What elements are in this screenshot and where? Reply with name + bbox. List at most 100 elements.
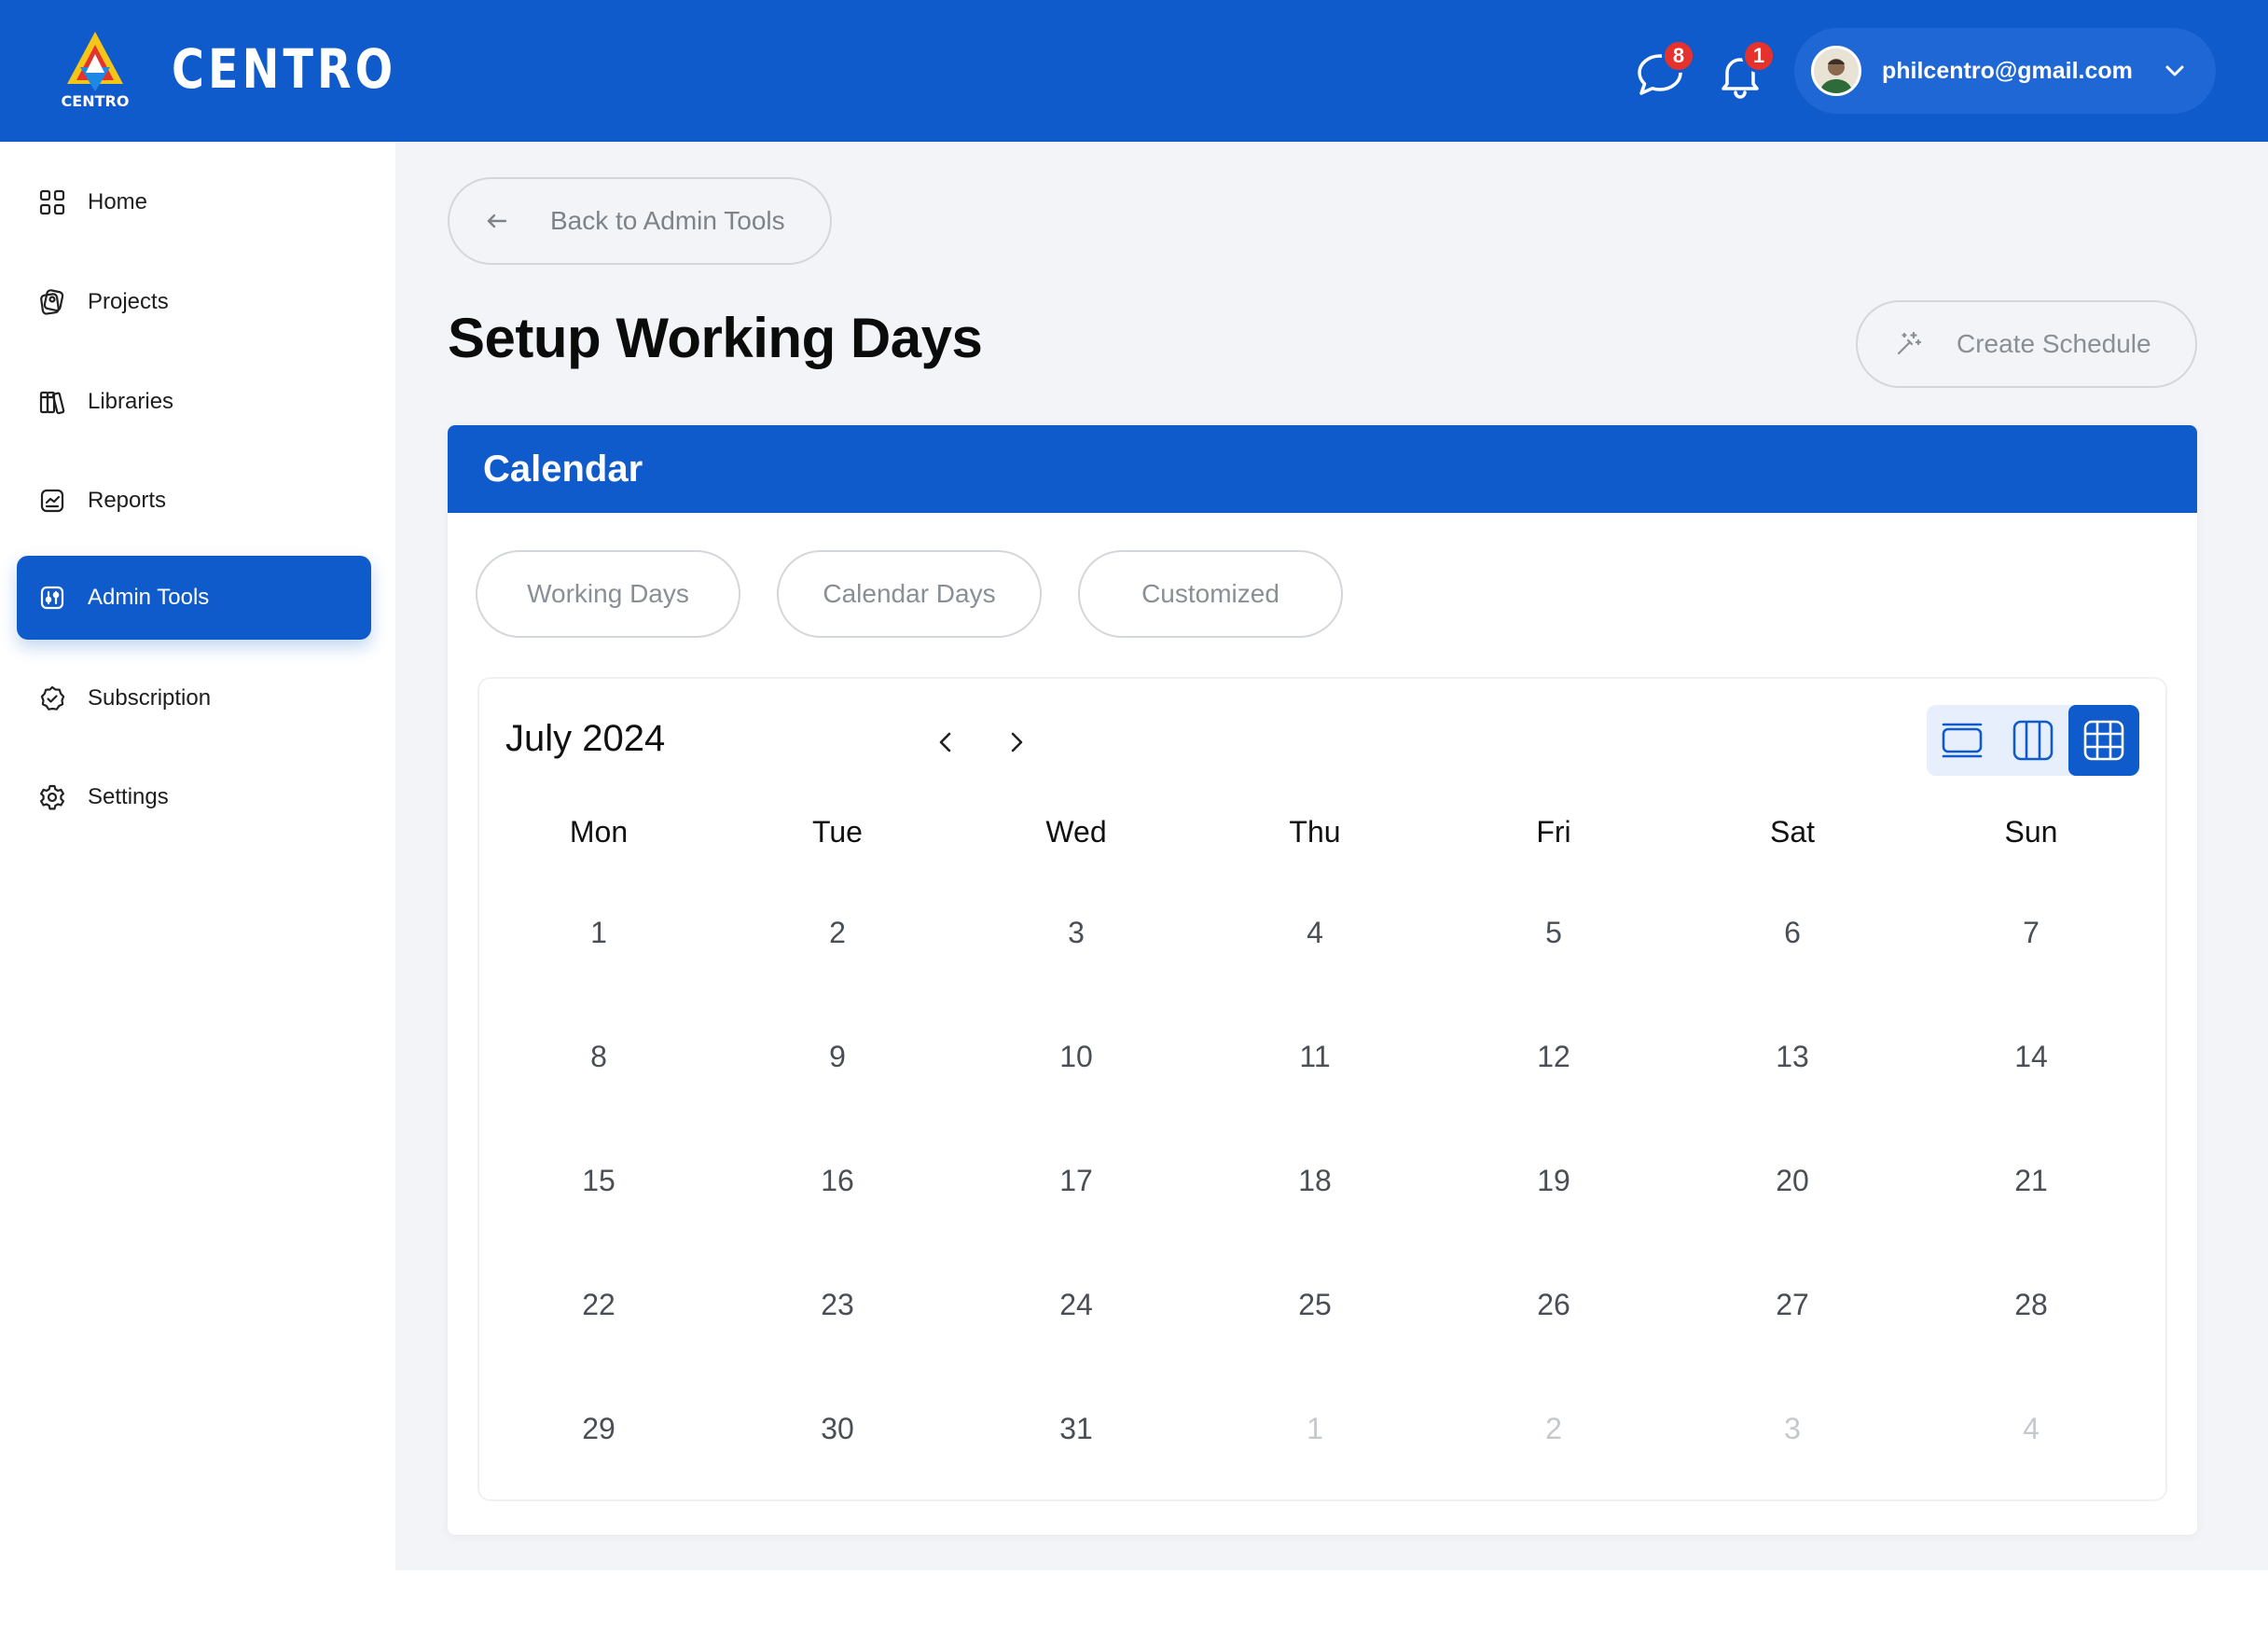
avatar-image [1819, 59, 1853, 93]
avatar [1811, 46, 1861, 96]
day-cell[interactable]: 21 [1912, 1164, 2150, 1198]
day-cell[interactable]: 1 [479, 916, 718, 950]
brand[interactable]: CENTRO CENTRO [52, 26, 446, 112]
day-cell[interactable]: 22 [479, 1288, 718, 1322]
day-cell[interactable]: 18 [1196, 1164, 1434, 1198]
view-toggle [1927, 705, 2139, 776]
weekday-header: Sun [2004, 815, 2058, 849]
day-cell[interactable]: 23 [718, 1288, 957, 1322]
arrow-left-icon [487, 214, 507, 228]
top-bar: CENTRO CENTRO 8 1 philcentro@gmail.com [0, 0, 2268, 142]
back-button-label: Back to Admin Tools [550, 206, 785, 235]
messages-button[interactable]: 8 [1632, 39, 1695, 103]
weekday-header: Thu [1289, 815, 1341, 849]
brand-name: CENTRO [172, 37, 397, 101]
sidebar-item-label: Settings [88, 784, 169, 809]
day-cell[interactable]: 2 [718, 916, 957, 950]
day-cell[interactable]: 30 [718, 1412, 957, 1446]
weekday-header: Fri [1536, 815, 1571, 849]
notifications-button[interactable]: 1 [1712, 39, 1776, 103]
day-cell[interactable]: 5 [1434, 916, 1673, 950]
day-cell[interactable]: 14 [1912, 1040, 2150, 1074]
tab-calendar-days[interactable]: Calendar Days [777, 550, 1042, 638]
month-label: July 2024 [505, 718, 666, 759]
magic-wand-icon [1897, 331, 1922, 355]
day-cell[interactable]: 29 [479, 1412, 718, 1446]
day-cell[interactable]: 6 [1673, 916, 1912, 950]
calendar: July 2024 Mon Tue Wed Thu Fri Sat Sun 1 … [477, 677, 2167, 1501]
sidebar-item-subscription[interactable]: Subscription [17, 656, 371, 740]
day-cell[interactable]: 9 [718, 1040, 957, 1074]
centro-logo: CENTRO [62, 32, 130, 110]
day-cell-next-month[interactable]: 2 [1434, 1412, 1673, 1446]
sidebar-item-label: Libraries [88, 389, 174, 414]
grid-icon [39, 189, 65, 215]
user-menu[interactable]: philcentro@gmail.com [1794, 28, 2216, 114]
day-cell-next-month[interactable]: 3 [1673, 1412, 1912, 1446]
month-view-icon [2083, 720, 2124, 761]
sidebar-item-label: Reports [88, 488, 167, 513]
day-cell[interactable]: 12 [1434, 1040, 1673, 1074]
day-cell[interactable]: 4 [1196, 916, 1434, 950]
next-month-button[interactable] [998, 724, 1035, 761]
sidebar-item-label: Home [88, 189, 148, 214]
day-cell[interactable]: 13 [1673, 1040, 1912, 1074]
day-view-icon [1942, 723, 1983, 758]
day-view-button[interactable] [1927, 705, 1998, 776]
day-cell[interactable]: 17 [957, 1164, 1196, 1198]
week-view-button[interactable] [1998, 705, 2068, 776]
sidebar-item-libraries[interactable]: Libraries [17, 360, 371, 444]
messages-badge: 8 [1662, 39, 1695, 73]
day-cell[interactable]: 27 [1673, 1288, 1912, 1322]
calendar-card: Calendar Working Days Calendar Days Cust… [448, 425, 2197, 1535]
day-cell[interactable]: 15 [479, 1164, 718, 1198]
weekday-header: Mon [569, 815, 629, 849]
month-view-button[interactable] [2068, 705, 2139, 776]
day-cell[interactable]: 26 [1434, 1288, 1673, 1322]
notifications-badge: 1 [1742, 39, 1776, 73]
create-schedule-button[interactable]: Create Schedule [1856, 300, 2197, 388]
sidebar-item-label: Projects [88, 289, 169, 314]
projects-icon [40, 289, 64, 315]
logo-text: CENTRO [62, 92, 130, 110]
sidebar: Home Projects Libraries Reports Admin To… [0, 142, 395, 1643]
chevron-left-icon [939, 732, 951, 752]
back-to-admin-tools-button[interactable]: Back to Admin Tools [448, 177, 832, 265]
day-cell[interactable]: 3 [957, 916, 1196, 950]
day-cell[interactable]: 8 [479, 1040, 718, 1074]
day-cell[interactable]: 31 [957, 1412, 1196, 1446]
page-title: Setup Working Days [448, 307, 983, 369]
books-icon [39, 391, 65, 415]
day-cell[interactable]: 11 [1196, 1040, 1434, 1074]
day-cell[interactable]: 10 [957, 1040, 1196, 1074]
day-cell[interactable]: 24 [957, 1288, 1196, 1322]
sidebar-item-projects[interactable]: Projects [17, 260, 371, 344]
sidebar-item-label: Admin Tools [88, 585, 210, 610]
sidebar-item-settings[interactable]: Settings [17, 755, 371, 839]
weekday-header: Tue [812, 815, 863, 849]
day-cell[interactable]: 19 [1434, 1164, 1673, 1198]
chevron-right-icon [1011, 732, 1023, 752]
chevron-down-icon[interactable] [2161, 57, 2189, 85]
day-cell[interactable]: 16 [718, 1164, 957, 1198]
day-cell-next-month[interactable]: 4 [1912, 1412, 2150, 1446]
gear-icon [40, 784, 64, 810]
user-email: philcentro@gmail.com [1882, 57, 2133, 84]
badge-check-icon [40, 685, 65, 711]
sidebar-item-reports[interactable]: Reports [17, 459, 371, 543]
sidebar-item-home[interactable]: Home [17, 160, 371, 244]
day-cell[interactable]: 25 [1196, 1288, 1434, 1322]
week-view-icon [2012, 720, 2054, 761]
main-content: Back to Admin Tools Setup Working Days C… [395, 142, 2268, 1570]
day-cell[interactable]: 28 [1912, 1288, 2150, 1322]
sidebar-item-admin-tools[interactable]: Admin Tools [17, 556, 371, 640]
card-title: Calendar [448, 425, 2197, 513]
tab-working-days[interactable]: Working Days [476, 550, 740, 638]
weekday-header: Sat [1769, 815, 1816, 849]
admin-tools-icon [40, 586, 64, 610]
day-cell[interactable]: 20 [1673, 1164, 1912, 1198]
day-cell[interactable]: 7 [1912, 916, 2150, 950]
previous-month-button[interactable] [927, 724, 964, 761]
tab-customized[interactable]: Customized [1078, 550, 1343, 638]
day-cell-next-month[interactable]: 1 [1196, 1412, 1434, 1446]
